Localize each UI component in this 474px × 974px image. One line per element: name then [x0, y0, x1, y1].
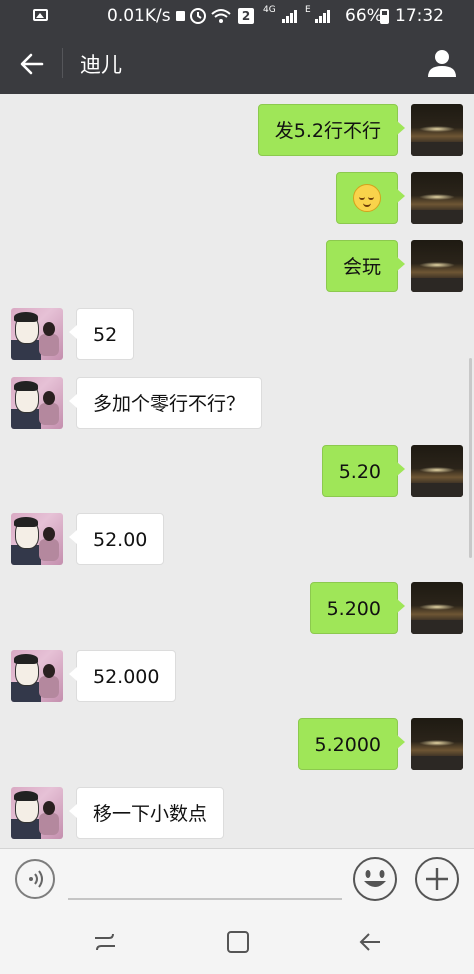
smirk-emoji-icon [353, 184, 381, 212]
avatar[interactable] [411, 445, 463, 497]
avatar[interactable] [11, 513, 63, 565]
status-bar: 0.01K/s 2 4G E 66% 17:32 [0, 0, 474, 32]
avatar[interactable] [11, 787, 63, 839]
network-4g-label: 4G [263, 5, 276, 15]
message-bubble[interactable]: 5.2000 [297, 718, 406, 770]
message-bubble[interactable]: 52.00 [68, 513, 165, 565]
message-bubble[interactable]: 5.200 [309, 582, 406, 634]
clock: 17:32 [395, 6, 444, 26]
plus-icon[interactable] [415, 857, 459, 901]
avatar[interactable] [411, 172, 463, 224]
message-bubble[interactable]: 多加个零行不行？ [68, 377, 263, 429]
message-row-outgoing: 会玩 [0, 240, 474, 298]
message-bubble[interactable]: 5.20 [321, 445, 406, 497]
avatar[interactable] [11, 308, 63, 360]
message-row-outgoing: 5.20 [0, 445, 474, 503]
voice-icon[interactable] [15, 859, 55, 899]
avatar[interactable] [11, 377, 63, 429]
message-row-outgoing: 发5.2行不行 [0, 104, 474, 162]
avatar[interactable] [411, 718, 463, 770]
message-row-incoming: 52.00 [0, 513, 474, 571]
back-arrow-icon[interactable] [18, 50, 46, 78]
message-bubble[interactable] [336, 172, 405, 224]
sim-badge: 2 [238, 8, 254, 24]
battery-icon [380, 9, 389, 24]
signal-icon [282, 10, 297, 23]
message-bubble[interactable]: 52 [68, 308, 135, 360]
message-bubble[interactable]: 发5.2行不行 [257, 104, 406, 156]
chat-title: 迪儿 [80, 53, 122, 77]
message-row-incoming: 移一下小数点 [0, 787, 474, 845]
avatar[interactable] [11, 650, 63, 702]
emoji-icon[interactable] [353, 857, 397, 901]
avatar[interactable] [411, 582, 463, 634]
message-list[interactable]: 发5.2行不行 会玩 52 多加个零行不行？ 5.20 52.00 5.200 [0, 94, 474, 848]
home-icon[interactable] [224, 928, 252, 956]
message-bubble[interactable]: 会玩 [325, 240, 406, 292]
back-icon[interactable] [356, 928, 384, 956]
header-divider [62, 48, 63, 78]
message-row-outgoing: 5.2000 [0, 718, 474, 776]
net-speed: 0.01K/s [107, 6, 171, 26]
message-bubble[interactable]: 移一下小数点 [68, 787, 225, 839]
input-bar [0, 848, 474, 910]
recent-apps-icon[interactable] [91, 928, 119, 956]
message-row-incoming: 52.000 [0, 650, 474, 708]
avatar[interactable] [411, 104, 463, 156]
message-row-outgoing: 5.200 [0, 582, 474, 640]
person-icon[interactable] [426, 47, 458, 79]
chat-header: 迪儿 [0, 32, 474, 94]
message-input[interactable] [68, 898, 342, 900]
battery-percent: 66% [345, 6, 383, 26]
message-bubble[interactable]: 52.000 [68, 650, 177, 702]
message-row-incoming: 52 [0, 308, 474, 366]
message-row-incoming: 多加个零行不行？ [0, 377, 474, 435]
signal-icon-2 [315, 10, 330, 23]
system-nav-bar [0, 910, 474, 974]
message-row-outgoing [0, 172, 474, 230]
image-icon [33, 9, 48, 21]
avatar[interactable] [411, 240, 463, 292]
alarm-icon [176, 8, 231, 24]
network-e-label: E [305, 5, 311, 15]
scrollbar[interactable] [469, 358, 472, 558]
